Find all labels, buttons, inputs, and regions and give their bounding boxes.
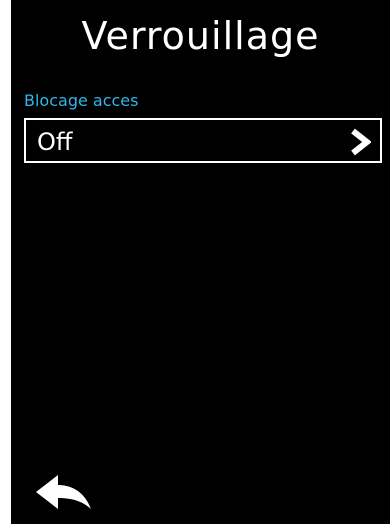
device-screen: Verrouillage Blocage acces Off xyxy=(11,0,390,524)
back-arrow-icon[interactable] xyxy=(34,473,94,517)
section-label-access-lock: Blocage acces xyxy=(24,91,139,110)
access-lock-value: Off xyxy=(37,128,73,156)
access-lock-setting-row[interactable]: Off xyxy=(24,118,382,163)
page-title: Verrouillage xyxy=(81,14,320,58)
chevron-right-icon xyxy=(351,128,371,156)
